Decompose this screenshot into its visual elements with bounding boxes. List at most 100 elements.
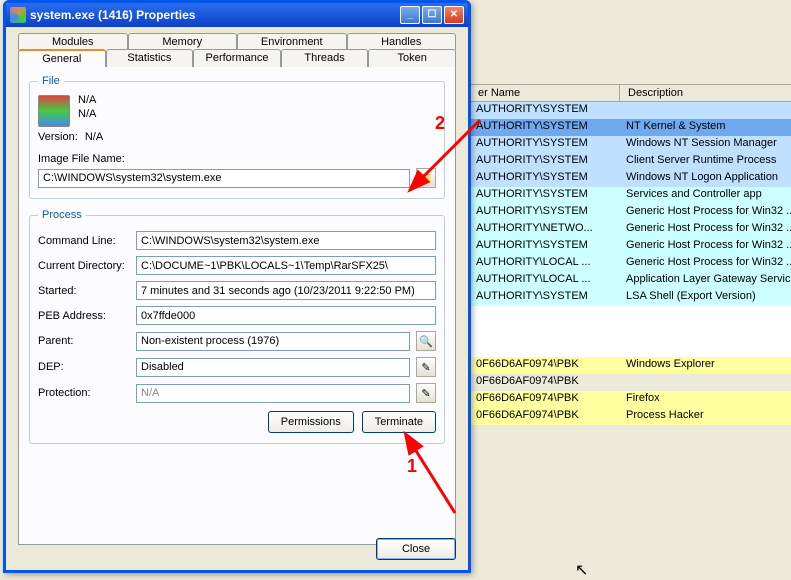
cell-username: 0F66D6AF0974\PBK	[470, 391, 620, 408]
tab-strip: ModulesMemoryEnvironmentHandles GeneralS…	[18, 33, 456, 67]
edit-protection-button[interactable]: ✎	[416, 383, 436, 403]
tab-general[interactable]: General	[18, 49, 106, 67]
bg-col-description[interactable]: Description	[620, 85, 791, 101]
table-row[interactable]: AUTHORITY\SYSTEMWindows NT Session Manag…	[470, 136, 791, 153]
magnify-icon: 🔍	[419, 335, 433, 348]
table-row[interactable]	[470, 323, 791, 340]
file-desc-line1: N/A	[78, 93, 96, 107]
table-row[interactable]: 0F66D6AF0974\PBK	[470, 374, 791, 391]
cell-username: AUTHORITY\SYSTEM	[470, 170, 620, 187]
protection-input	[136, 384, 410, 403]
tab-environment[interactable]: Environment	[237, 33, 347, 50]
bg-col-username[interactable]: er Name	[470, 85, 620, 101]
cell-description: Generic Host Process for Win32 ...	[620, 255, 791, 272]
tab-token[interactable]: Token	[368, 49, 456, 67]
table-row[interactable]: AUTHORITY\LOCAL ...Application Layer Gat…	[470, 272, 791, 289]
cell-username	[470, 340, 620, 357]
image-file-name-input[interactable]	[38, 169, 410, 188]
cell-username: AUTHORITY\SYSTEM	[470, 187, 620, 204]
cell-description: Client Server Runtime Process	[620, 153, 791, 170]
cell-username: AUTHORITY\SYSTEM	[470, 153, 620, 170]
file-desc-line2: N/A	[78, 107, 96, 121]
table-row[interactable]	[470, 340, 791, 357]
tab-threads[interactable]: Threads	[281, 49, 369, 67]
started-input[interactable]	[136, 281, 436, 300]
permissions-button[interactable]: Permissions	[268, 411, 354, 433]
dep-input[interactable]	[136, 358, 410, 377]
maximize-button[interactable]: ☐	[422, 6, 442, 24]
close-window-button[interactable]: ✕	[444, 6, 464, 24]
table-row[interactable]: AUTHORITY\SYSTEMServices and Controller …	[470, 187, 791, 204]
parent-input[interactable]	[136, 332, 410, 351]
peb-input[interactable]	[136, 306, 436, 325]
process-group: Process Command Line: Current Directory:…	[29, 209, 445, 444]
tab-handles[interactable]: Handles	[347, 33, 457, 50]
cell-username	[470, 323, 620, 340]
cell-description: Windows Explorer	[620, 357, 791, 374]
tab-performance[interactable]: Performance	[193, 49, 281, 67]
cell-description	[620, 102, 791, 119]
minimize-button[interactable]: _	[400, 6, 420, 24]
mouse-cursor-icon: ↖	[575, 560, 588, 580]
cell-username: AUTHORITY\SYSTEM	[470, 289, 620, 306]
cell-description: Generic Host Process for Win32 ...	[620, 204, 791, 221]
tab-panel-general: File N/A N/A Version: N/A Image File Nam…	[18, 67, 456, 545]
file-group: File N/A N/A Version: N/A Image File Nam…	[29, 75, 445, 199]
terminate-button[interactable]: Terminate	[362, 411, 436, 433]
cell-description: Windows NT Logon Application	[620, 170, 791, 187]
cell-description: Process Hacker	[620, 408, 791, 425]
table-row[interactable]	[470, 306, 791, 323]
titlebar[interactable]: system.exe (1416) Properties _ ☐ ✕	[6, 3, 468, 27]
curdir-input[interactable]	[136, 256, 436, 275]
table-row[interactable]: 0F66D6AF0974\PBKFirefox	[470, 391, 791, 408]
cell-username: AUTHORITY\SYSTEM	[470, 204, 620, 221]
cell-description	[620, 323, 791, 340]
cell-description: Generic Host Process for Win32 ...	[620, 221, 791, 238]
app-icon	[10, 7, 26, 23]
table-row[interactable]: AUTHORITY\SYSTEMGeneric Host Process for…	[470, 204, 791, 221]
properties-dialog: system.exe (1416) Properties _ ☐ ✕ Modul…	[3, 0, 471, 573]
version-value: N/A	[85, 131, 103, 143]
cell-username: 0F66D6AF0974\PBK	[470, 357, 620, 374]
close-button[interactable]: Close	[376, 538, 456, 560]
table-row[interactable]: AUTHORITY\SYSTEMClient Server Runtime Pr…	[470, 153, 791, 170]
started-label: Started:	[38, 285, 130, 297]
cell-username: 0F66D6AF0974\PBK	[470, 374, 620, 391]
table-row[interactable]: AUTHORITY\LOCAL ...Generic Host Process …	[470, 255, 791, 272]
file-legend: File	[38, 75, 64, 87]
table-row[interactable]: AUTHORITY\SYSTEMNT Kernel & System	[470, 119, 791, 136]
tab-memory[interactable]: Memory	[128, 33, 238, 50]
cell-description: Services and Controller app	[620, 187, 791, 204]
cell-username: AUTHORITY\SYSTEM	[470, 136, 620, 153]
table-row[interactable]: AUTHORITY\SYSTEMWindows NT Logon Applica…	[470, 170, 791, 187]
tab-statistics[interactable]: Statistics	[106, 49, 194, 67]
browse-file-button[interactable]: 📁	[416, 168, 436, 188]
cmdline-input[interactable]	[136, 231, 436, 250]
file-icon	[38, 95, 70, 127]
bg-column-header[interactable]: er Name Description	[470, 84, 791, 102]
process-legend: Process	[38, 209, 86, 221]
table-row[interactable]: 0F66D6AF0974\PBKProcess Hacker	[470, 408, 791, 425]
cell-description: Windows NT Session Manager	[620, 136, 791, 153]
edit-dep-button[interactable]: ✎	[416, 357, 436, 377]
table-row[interactable]: 0F66D6AF0974\PBKWindows Explorer	[470, 357, 791, 374]
pencil-icon: ✎	[421, 361, 430, 374]
cell-username: AUTHORITY\LOCAL ...	[470, 272, 620, 289]
dep-label: DEP:	[38, 361, 130, 373]
cell-description: Application Layer Gateway Service	[620, 272, 791, 289]
version-label: Version:	[38, 131, 78, 143]
curdir-label: Current Directory:	[38, 260, 130, 272]
protection-label: Protection:	[38, 387, 130, 399]
cell-username: 0F66D6AF0974\PBK	[470, 408, 620, 425]
cell-username	[470, 306, 620, 323]
cmdline-label: Command Line:	[38, 235, 130, 247]
table-row[interactable]: AUTHORITY\SYSTEMGeneric Host Process for…	[470, 238, 791, 255]
tab-modules[interactable]: Modules	[18, 33, 128, 50]
inspect-parent-button[interactable]: 🔍	[416, 331, 436, 351]
table-row[interactable]: AUTHORITY\NETWO...Generic Host Process f…	[470, 221, 791, 238]
bg-process-list[interactable]: AUTHORITY\SYSTEMAUTHORITY\SYSTEMNT Kerne…	[470, 102, 791, 425]
table-row[interactable]: AUTHORITY\SYSTEM	[470, 102, 791, 119]
table-row[interactable]: AUTHORITY\SYSTEMLSA Shell (Export Versio…	[470, 289, 791, 306]
folder-icon: 📁	[419, 172, 433, 185]
cell-username: AUTHORITY\NETWO...	[470, 221, 620, 238]
